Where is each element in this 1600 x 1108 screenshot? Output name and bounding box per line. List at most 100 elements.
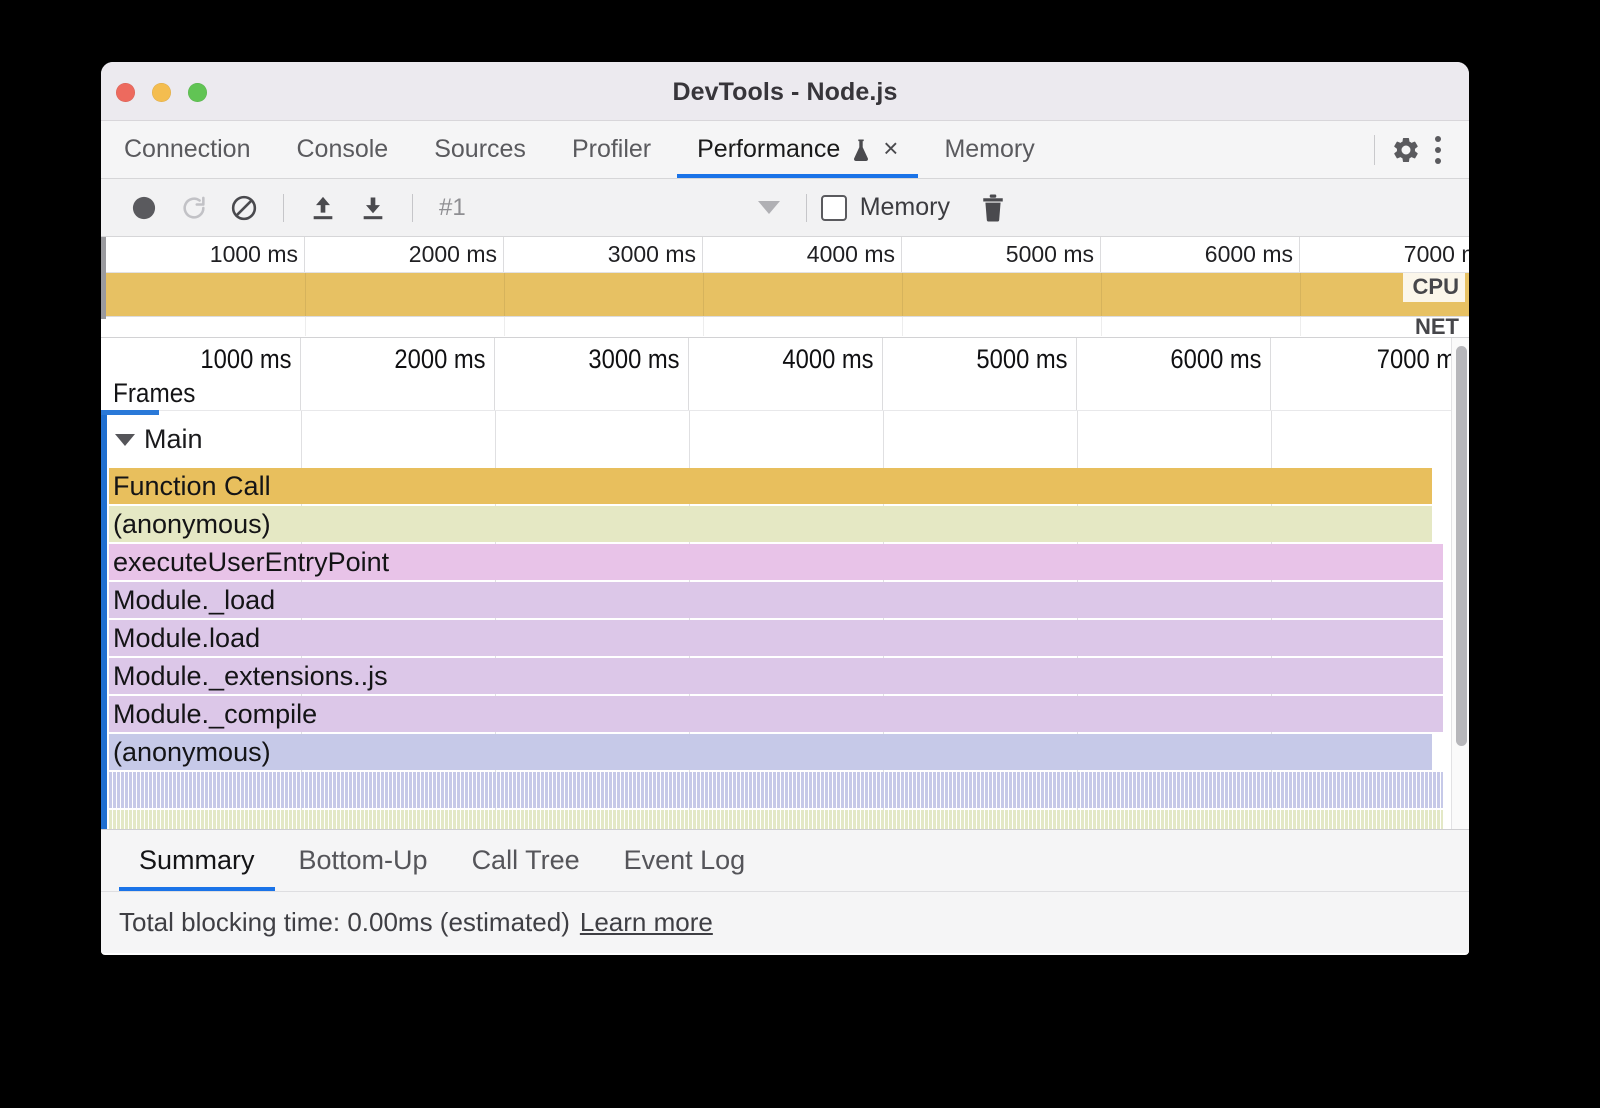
overview-tick-label: 2000 ms <box>409 241 497 268</box>
reload-and-record-button[interactable] <box>169 183 219 233</box>
flame-bar[interactable]: (anonymous) <box>109 734 1432 770</box>
tab-label: Connection <box>124 135 250 164</box>
overview-tick: 5000 ms <box>902 237 1101 272</box>
drawer-tab-event-log[interactable]: Event Log <box>602 830 768 891</box>
flame-bar[interactable]: Module.load <box>109 620 1443 656</box>
flame-ruler-tick-label: 6000 ms <box>1171 344 1262 375</box>
toolbar-separator-3 <box>806 194 807 222</box>
flame-ruler-tick: 4000 ms <box>689 338 883 410</box>
title-bar: DevTools - Node.js <box>101 62 1469 121</box>
flame-bar-label: Module._load <box>109 585 275 616</box>
settings-gear-icon[interactable] <box>1391 135 1421 165</box>
overview-tick: 4000 ms <box>703 237 902 272</box>
flame-bar-label: Module._extensions..js <box>109 661 388 692</box>
drawer-tab-call-tree[interactable]: Call Tree <box>450 830 602 891</box>
profile-dropdown-caret-icon[interactable] <box>758 201 780 214</box>
record-button[interactable] <box>119 183 169 233</box>
overview-gridline <box>703 273 704 316</box>
profile-selector-label[interactable]: #1 <box>439 194 466 222</box>
tab-profiler[interactable]: Profiler <box>549 121 674 178</box>
devtools-window: DevTools - Node.js Connection Console So… <box>101 62 1469 955</box>
flame-ruler-tick-label: 3000 ms <box>589 344 680 375</box>
flame-bar-group-striped[interactable] <box>109 772 1443 808</box>
tab-bar-separator <box>1374 135 1375 165</box>
drawer-tab-bottom-up[interactable]: Bottom-Up <box>277 830 450 891</box>
overview-gridline <box>1300 317 1301 336</box>
load-profile-button[interactable] <box>298 183 348 233</box>
experiment-flask-icon <box>851 138 871 162</box>
overview-tick-label: 5000 ms <box>1006 241 1094 268</box>
drawer-tab-label: Summary <box>139 845 255 876</box>
tab-console[interactable]: Console <box>273 121 411 178</box>
flame-bar-label: Module.load <box>109 623 260 654</box>
tab-performance[interactable]: Performance × <box>674 121 921 178</box>
flame-ruler-tick: 5000 ms <box>883 338 1077 410</box>
flame-bar[interactable]: executeUserEntryPoint <box>109 544 1443 580</box>
overview-window-handle[interactable] <box>101 237 106 319</box>
overview-tick: 1000 ms <box>106 237 305 272</box>
flame-bar-label: executeUserEntryPoint <box>109 547 389 578</box>
flame-chart-body[interactable]: Main Function Call (anonymous) executeUser… <box>101 410 1469 829</box>
timeline-overview[interactable]: 1000 ms 2000 ms 3000 ms4000 ms 5000 ms 6000 … <box>101 237 1469 337</box>
overview-gridline <box>1101 273 1102 316</box>
tab-sources[interactable]: Sources <box>411 121 549 178</box>
toolbar-separator-1 <box>283 194 284 222</box>
flame-bar-group-striped[interactable] <box>109 810 1443 829</box>
tab-label: Performance <box>697 135 840 164</box>
flame-bar-label: (anonymous) <box>109 509 271 540</box>
drawer-tab-label: Bottom-Up <box>299 845 428 876</box>
more-options-kebab-icon[interactable] <box>1421 130 1455 170</box>
flame-ruler-tick: 3000 ms <box>495 338 689 410</box>
drawer-tab-summary[interactable]: Summary <box>117 830 277 891</box>
chevron-down-icon[interactable] <box>115 434 135 446</box>
flame-ruler-tick: 1000 ms <box>107 338 301 410</box>
overview-gridline <box>902 273 903 316</box>
flame-bar[interactable]: Function Call <box>109 468 1432 504</box>
overview-net-track[interactable]: NET <box>101 317 1469 336</box>
overview-gridline <box>305 317 306 336</box>
main-track-header[interactable]: Main <box>115 424 203 455</box>
window-title: DevTools - Node.js <box>101 78 1469 107</box>
memory-checkbox[interactable] <box>821 195 847 221</box>
scrollbar-thumb[interactable] <box>1456 346 1467 746</box>
overview-cpu-track[interactable]: CPU <box>101 273 1469 317</box>
toolbar-separator-2 <box>412 194 413 222</box>
flame-bar[interactable]: Module._compile <box>109 696 1443 732</box>
flame-ruler-tick-label: 7000 m <box>1377 344 1456 375</box>
tab-label: Sources <box>434 135 526 164</box>
flame-ruler-tick-label: 4000 ms <box>783 344 874 375</box>
flame-bar[interactable]: Module._load <box>109 582 1443 618</box>
overview-gridline <box>1101 317 1102 336</box>
panel-tab-bar: Connection Console Sources Profiler Perf… <box>101 121 1469 179</box>
main-track-group-marker <box>101 412 107 829</box>
overview-tick-label: 1000 ms <box>210 241 298 268</box>
tab-memory[interactable]: Memory <box>921 121 1057 178</box>
learn-more-link[interactable]: Learn more <box>580 907 713 938</box>
performance-toolbar: #1 Memory <box>101 179 1469 237</box>
tab-bar-actions <box>1358 121 1469 178</box>
overview-gridline <box>1300 273 1301 316</box>
save-profile-button[interactable] <box>348 183 398 233</box>
flame-chart-ruler: Frames 1000 ms2000 ms3000 ms4000 ms5000 … <box>101 338 1469 410</box>
flame-chart-scrollbar[interactable] <box>1451 338 1469 829</box>
flame-ruler-tick: 7000 m <box>1271 338 1465 410</box>
total-blocking-time-text: Total blocking time: 0.00ms (estimated) <box>119 907 570 938</box>
flame-ruler-tick: 6000 ms <box>1077 338 1271 410</box>
flame-ruler-tick-label: 2000 ms <box>395 344 486 375</box>
overview-tick-label: 6000 ms <box>1205 241 1293 268</box>
overview-tick: 6000 ms <box>1101 237 1300 272</box>
delete-profile-icon[interactable] <box>968 183 1018 233</box>
overview-tick: 3000 ms <box>504 237 703 272</box>
flame-bar[interactable]: (anonymous) <box>109 506 1432 542</box>
memory-checkbox-label[interactable]: Memory <box>860 193 950 222</box>
clear-button[interactable] <box>219 183 269 233</box>
overview-gridline <box>504 273 505 316</box>
flame-chart-pane[interactable]: Frames 1000 ms2000 ms3000 ms4000 ms5000 … <box>101 337 1469 829</box>
tab-connection[interactable]: Connection <box>101 121 273 178</box>
flame-bar[interactable]: Module._extensions..js <box>109 658 1443 694</box>
close-tab-icon[interactable]: × <box>883 135 898 161</box>
summary-panel: Total blocking time: 0.00ms (estimated) … <box>101 891 1469 953</box>
flame-ruler-tick-label: 1000 ms <box>201 344 292 375</box>
overview-tick: 2000 ms <box>305 237 504 272</box>
overview-gridline <box>703 317 704 336</box>
